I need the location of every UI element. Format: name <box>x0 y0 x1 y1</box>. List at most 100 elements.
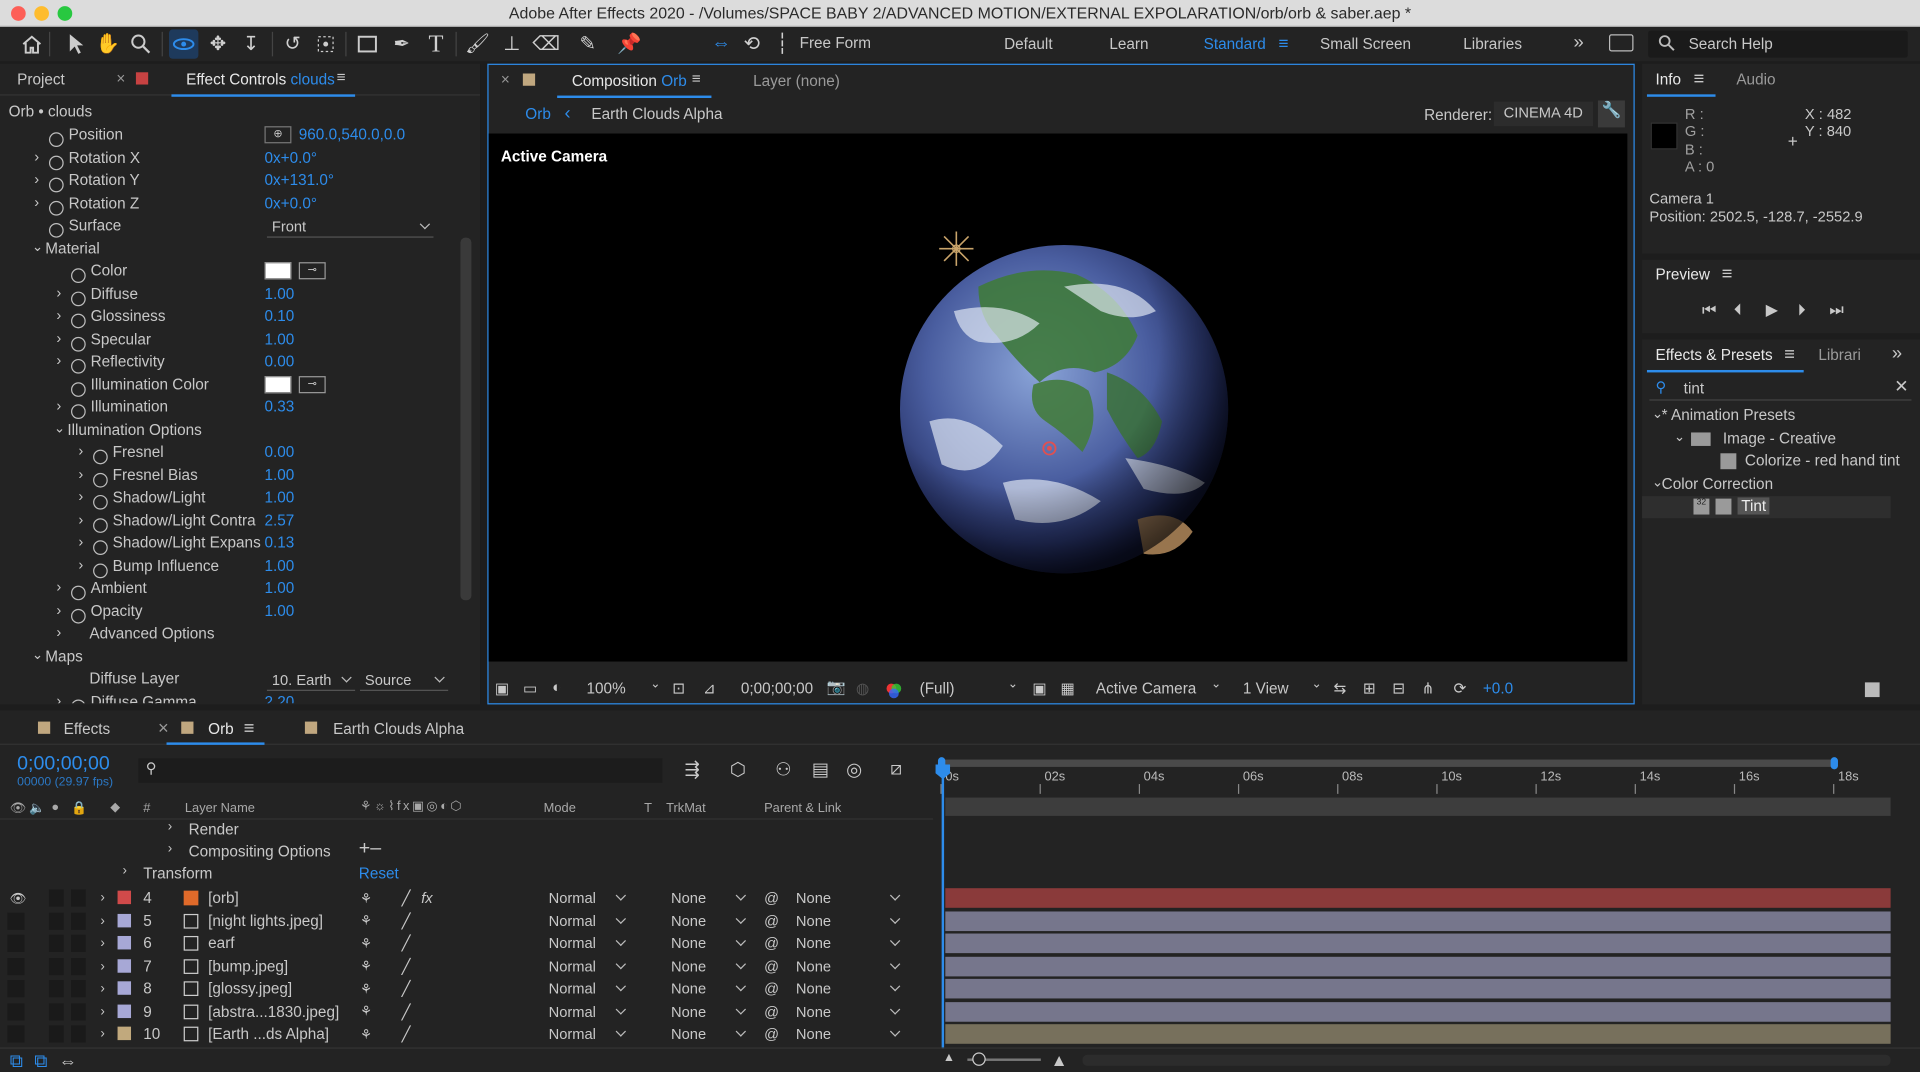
stopwatch-icon[interactable] <box>71 381 86 397</box>
motion-blur-icon[interactable]: ◎ <box>846 758 862 781</box>
property-row[interactable]: › Rotation Z 0x+0.0° <box>0 193 458 216</box>
layer-name[interactable]: [orb] <box>208 887 239 909</box>
layer-row[interactable]: › 7 [bump.jpeg] ⚘ ╱ Normal None @ None <box>0 955 1920 977</box>
property-row[interactable]: › Specular 1.00 <box>0 329 458 351</box>
lock-toggle[interactable] <box>71 934 86 952</box>
stopwatch-icon[interactable] <box>71 313 86 329</box>
crumb-orb[interactable]: Orb <box>525 105 551 122</box>
layer-duration-bar[interactable] <box>945 1024 1891 1044</box>
property-row[interactable]: Surface Front <box>0 216 458 238</box>
property-value[interactable]: 1.00 <box>264 489 294 506</box>
effects-search-field[interactable]: ⚲ tint ✕ <box>1649 376 1912 401</box>
timeline-icon[interactable]: ⊟ <box>1392 679 1405 697</box>
property-row[interactable]: › Rotation X 0x+0.0° <box>0 148 458 170</box>
property-row[interactable]: › Fresnel 0.00 <box>0 442 458 465</box>
panel-menu-icon[interactable]: ≡ <box>1693 69 1704 90</box>
lock-toggle[interactable] <box>71 1002 86 1020</box>
effects-tree-item[interactable]: ⌄ * Animation Presets <box>1642 406 1891 428</box>
property-row[interactable]: › Ambient 1.00 <box>0 578 458 601</box>
trkmat-dropdown[interactable]: None <box>666 978 749 1000</box>
pickwhip-icon[interactable]: @ <box>764 932 779 954</box>
pickwhip-icon[interactable]: @ <box>764 1000 779 1022</box>
rectangle-tool-icon[interactable] <box>353 29 382 58</box>
more-workspaces-icon[interactable]: » <box>1573 32 1583 53</box>
workspace-libraries[interactable]: Libraries <box>1463 36 1522 53</box>
layer-name[interactable]: [glossy.jpeg] <box>208 978 292 1000</box>
label-color[interactable] <box>117 890 132 905</box>
quality-switch-icon[interactable]: ╱ <box>402 978 411 1000</box>
property-row[interactable]: Illumination Color ⊸ <box>0 374 458 397</box>
label-color[interactable] <box>117 958 132 973</box>
chevron-right-icon[interactable]: › <box>168 842 172 857</box>
lock-toggle[interactable] <box>71 1025 86 1043</box>
work-area-end[interactable] <box>1830 757 1838 770</box>
property-value[interactable]: 0.13 <box>264 534 294 551</box>
chevron-right-icon[interactable]: › <box>56 624 61 641</box>
next-frame-icon[interactable]: ⏵ <box>1798 300 1806 320</box>
diffuse-layer-dropdown[interactable]: 10. Earth <box>266 669 356 691</box>
mode-dropdown[interactable]: Normal <box>544 978 630 1000</box>
layer-row[interactable]: › 6 earf ⚘ ╱ Normal None @ None <box>0 932 1920 954</box>
flowchart-icon[interactable]: ⋔ <box>1422 679 1435 697</box>
play-icon[interactable]: ▶ <box>1766 300 1778 320</box>
transparency-grid-icon[interactable]: ⊿ <box>703 679 716 697</box>
chevron-down-icon[interactable]: ⌄ <box>1674 428 1685 444</box>
shy-switch-icon[interactable]: ⚘ <box>360 1000 372 1022</box>
chevron-right-icon[interactable]: › <box>100 978 104 1000</box>
property-value[interactable]: 1.00 <box>264 330 294 347</box>
tab-composition[interactable]: Composition Orb <box>572 72 687 89</box>
chevron-right-icon[interactable]: › <box>56 284 61 301</box>
panel-menu-icon[interactable]: ≡ <box>337 69 346 86</box>
property-row[interactable]: › Diffuse 1.00 <box>0 284 458 306</box>
property-row[interactable]: ⌄ Material <box>0 238 458 260</box>
chevron-down-icon[interactable]: ⌄ <box>32 238 43 255</box>
zoom-out-icon[interactable]: ▲ <box>943 1051 955 1064</box>
property-value[interactable]: 0.10 <box>264 308 294 325</box>
lock-toggle[interactable] <box>71 980 86 998</box>
axis-local-icon[interactable]: ⇔ <box>707 29 736 58</box>
chevron-right-icon[interactable]: › <box>56 397 61 414</box>
monitor-icon[interactable]: ▭ <box>523 679 537 697</box>
shy-switch-icon[interactable]: ⚘ <box>360 932 372 954</box>
workspace-menu-icon[interactable]: ≡ <box>1278 33 1288 53</box>
layer-row[interactable]: › 8 [glossy.jpeg] ⚘ ╱ Normal None @ None <box>0 978 1920 1000</box>
lock-toggle[interactable] <box>71 957 86 975</box>
layer-row[interactable]: › 9 [abstra...1830.jpeg] ⚘ ╱ Normal None @ None <box>0 1000 1920 1022</box>
stopwatch-icon[interactable] <box>48 222 64 238</box>
tab-effect-controls[interactable]: Effect Controls clouds <box>186 71 335 88</box>
property-row[interactable]: ⌄ Illumination Options <box>0 420 458 442</box>
mode-dropdown[interactable]: Normal <box>544 910 630 932</box>
effects-presets-title[interactable]: Effects & Presets <box>1656 347 1773 364</box>
orbit-camera-tool-icon[interactable] <box>168 29 199 59</box>
more-tabs-icon[interactable]: » <box>1892 343 1902 364</box>
hand-tool-icon[interactable]: ✋ <box>93 29 122 58</box>
stopwatch-icon[interactable] <box>48 154 64 170</box>
property-value[interactable]: 1.00 <box>264 285 294 302</box>
transfer-controls-icon[interactable]: ⧉ <box>34 1051 47 1072</box>
stretch-icon[interactable]: ⇔ <box>59 1051 77 1072</box>
shy-layers-icon[interactable]: ⚇ <box>775 758 791 781</box>
property-value[interactable]: 2.57 <box>264 511 294 528</box>
label-color[interactable] <box>117 1026 132 1041</box>
layer-search-field[interactable]: ⚲ <box>138 758 663 783</box>
property-row[interactable]: › Glossiness 0.10 <box>0 306 458 329</box>
playhead[interactable] <box>941 769 945 1049</box>
video-toggle[interactable] <box>7 957 25 975</box>
work-area-bar[interactable] <box>940 759 1837 767</box>
parent-dropdown[interactable]: None <box>791 887 904 909</box>
color-swatch[interactable] <box>264 262 292 280</box>
stopwatch-icon[interactable] <box>48 132 64 148</box>
views-dropdown[interactable]: 1 View <box>1243 680 1289 697</box>
parent-dropdown[interactable]: None <box>791 910 904 932</box>
mask-visibility-icon[interactable]: ◐ <box>552 679 561 696</box>
layer-row[interactable]: › 10 [Earth ...ds Alpha] ⚘ ╱ Normal None @ None <box>0 1023 1920 1045</box>
position-target-icon[interactable]: ⊕ <box>264 126 292 144</box>
property-value[interactable]: 0x+0.0° <box>264 149 317 166</box>
trkmat-dropdown[interactable]: None <box>666 1023 749 1045</box>
property-row[interactable]: › Rotation Y 0x+131.0° <box>0 170 458 193</box>
stopwatch-icon[interactable] <box>71 358 86 374</box>
quality-switch-icon[interactable]: ╱ <box>402 955 411 977</box>
fx-switch-icon[interactable]: fx <box>421 887 432 909</box>
stopwatch-icon[interactable] <box>71 585 86 601</box>
chevron-right-icon[interactable]: › <box>34 170 39 187</box>
